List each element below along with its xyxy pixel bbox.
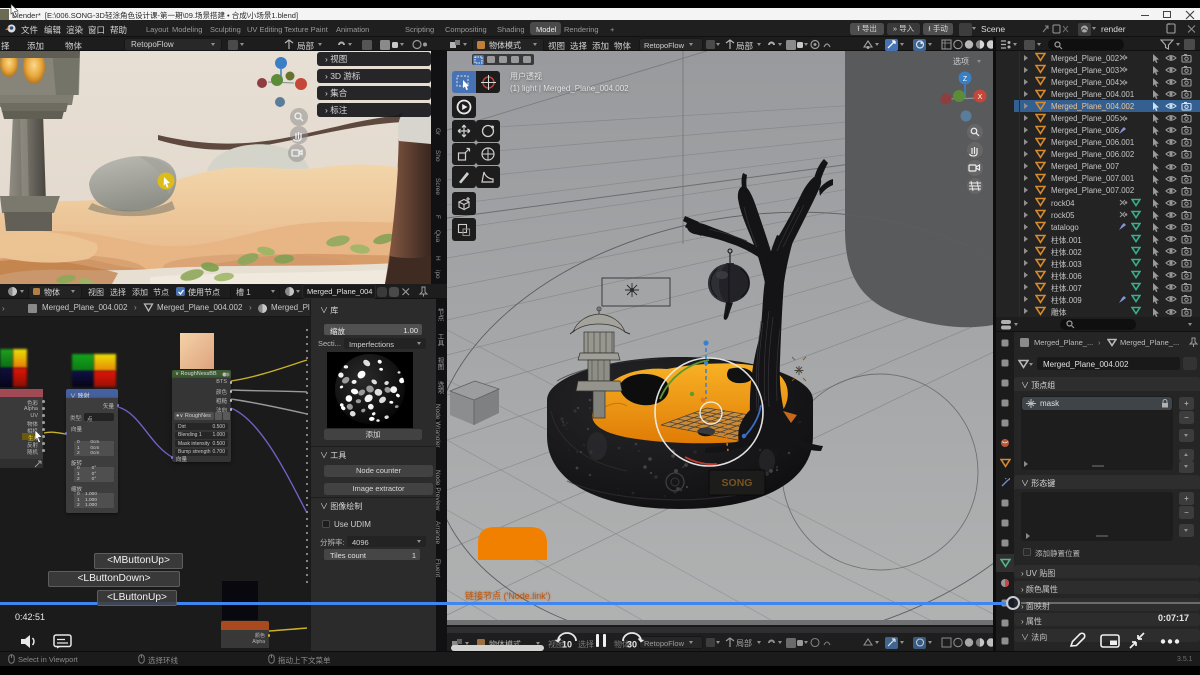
svg-text:Z: Z: [963, 76, 968, 83]
svg-text:› 3D 游标: › 3D 游标: [325, 71, 361, 81]
svg-text:› 集合: › 集合: [325, 88, 348, 98]
svg-text:30: 30: [627, 640, 637, 650]
svg-text:X: X: [978, 94, 983, 101]
svg-text:› 标注: › 标注: [325, 105, 348, 115]
svg-text:10: 10: [562, 640, 572, 650]
svg-text:› 视图: › 视图: [325, 54, 347, 64]
svg-text:SONG: SONG: [722, 477, 753, 489]
